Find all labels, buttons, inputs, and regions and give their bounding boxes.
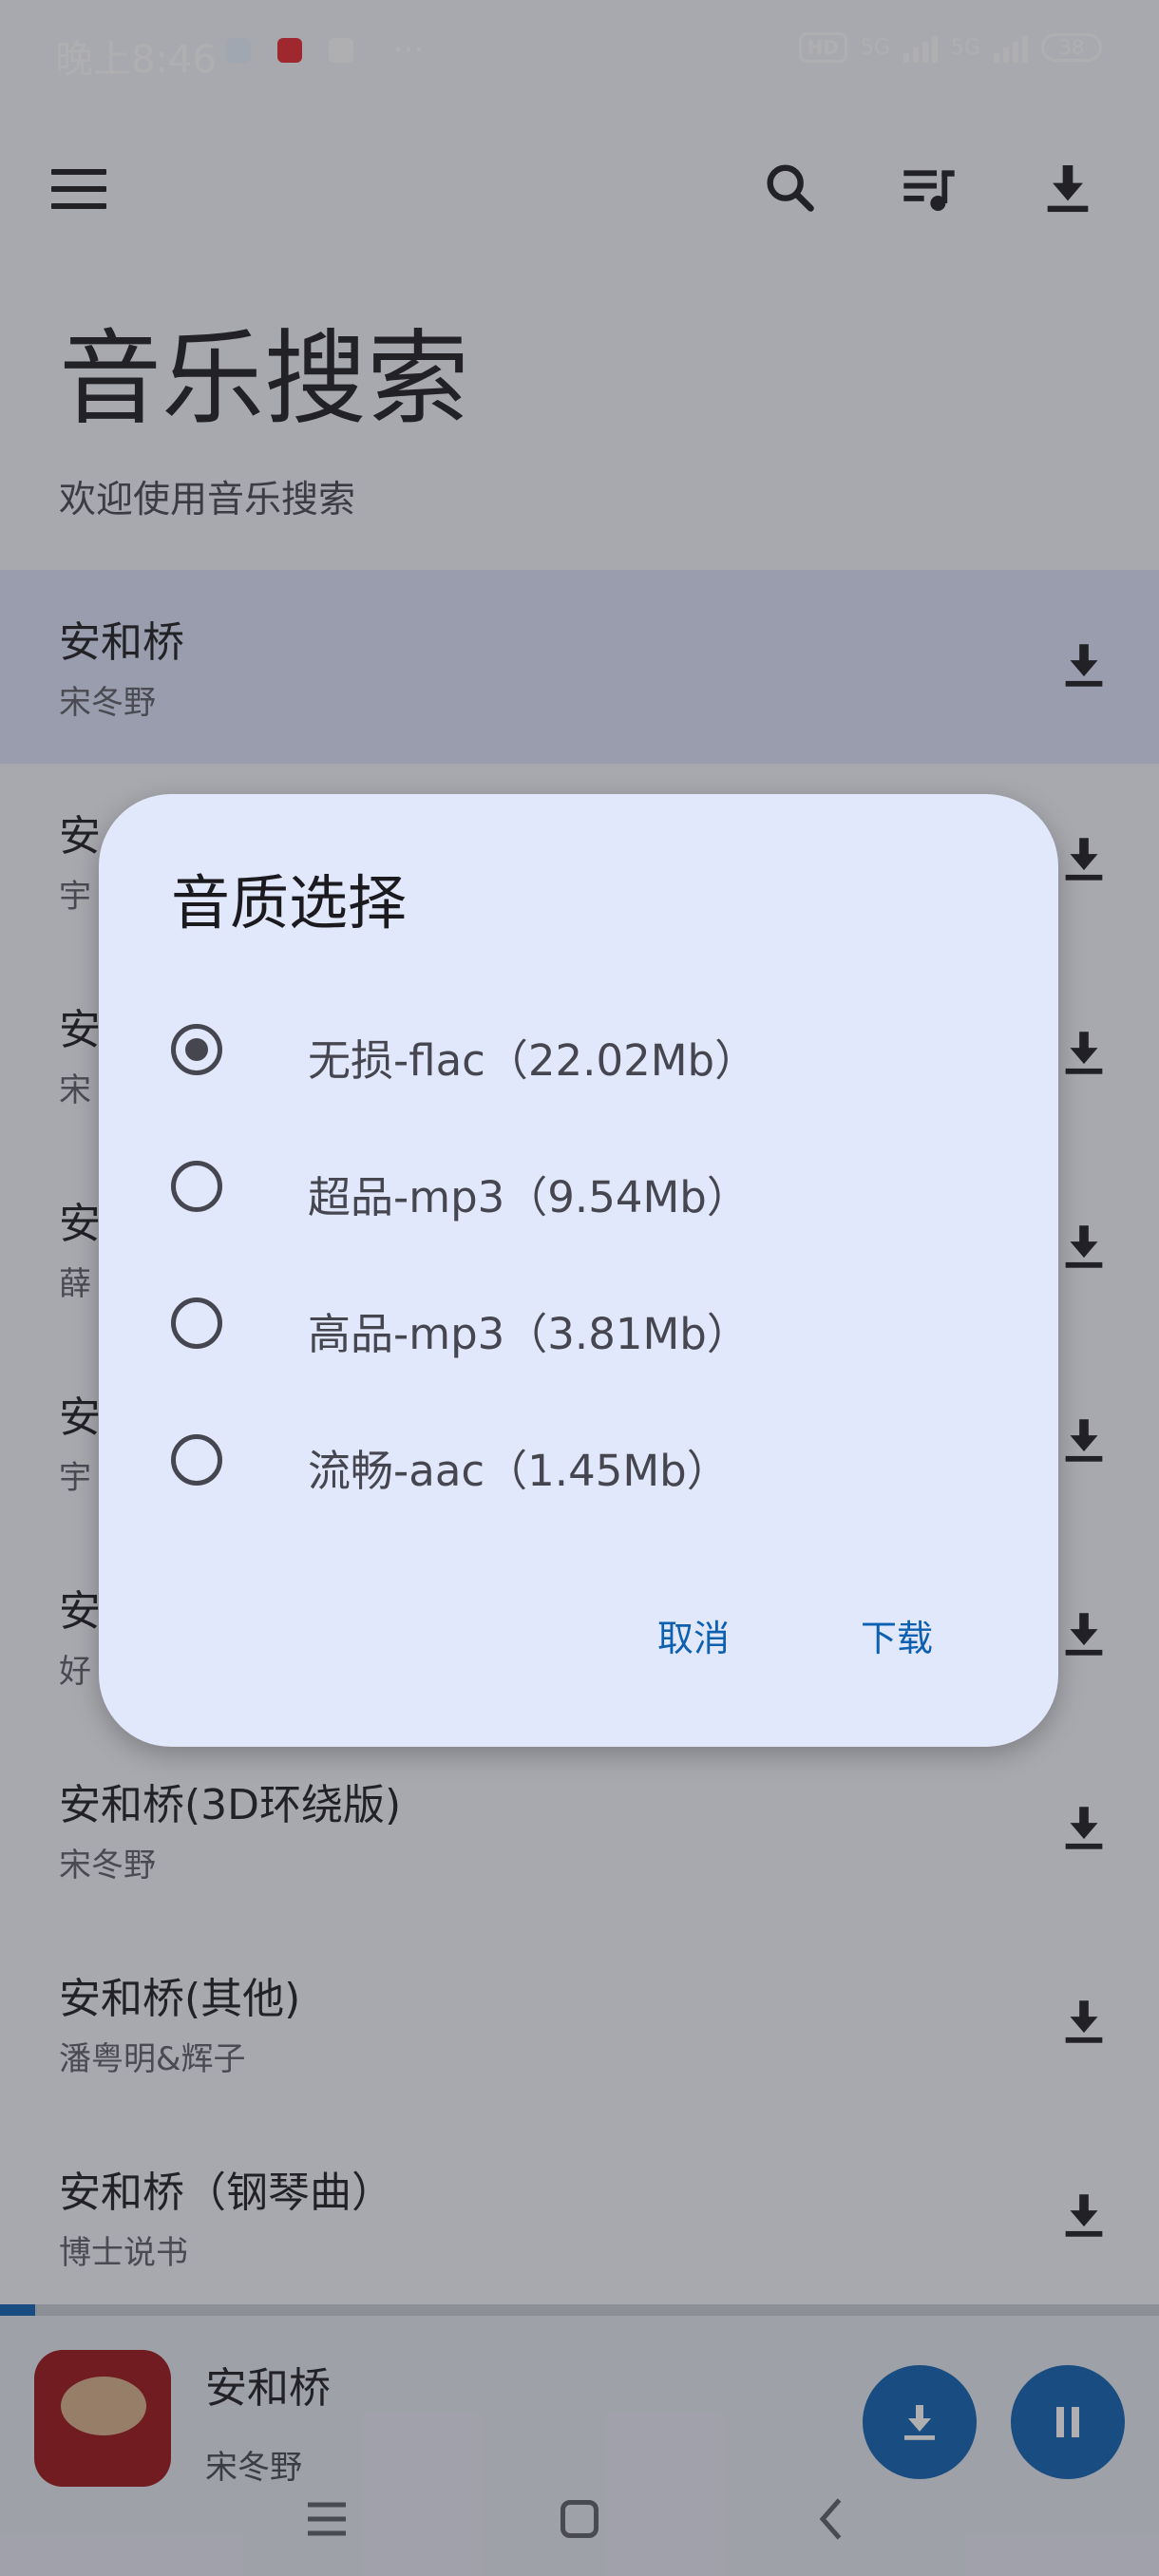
- quality-option-mp3[interactable]: 高品-mp3（3.81Mb）: [171, 1269, 1007, 1383]
- download-button[interactable]: 下载: [846, 1600, 948, 1671]
- app-root: 晚上8:46 ··· HD 5G 5G 38 音乐搜索 欢迎使用音乐搜索 安和桥…: [0, 0, 1159, 2576]
- option-label: 无损-flac（22.02Mb）: [308, 1035, 758, 1086]
- cancel-button[interactable]: 取消: [642, 1600, 745, 1671]
- quality-select-dialog: 音质选择 无损-flac（22.02Mb） 超品-mp3（9.54Mb） 高品-…: [99, 794, 1058, 1747]
- quality-option-aac[interactable]: 流畅-aac（1.45Mb）: [171, 1406, 1007, 1520]
- option-label: 流畅-aac（1.45Mb）: [308, 1446, 730, 1496]
- radio-button-checked[interactable]: [171, 1024, 222, 1075]
- dialog-title: 音质选择: [171, 868, 408, 938]
- quality-option-mp3-high[interactable]: 超品-mp3（9.54Mb）: [171, 1132, 1007, 1246]
- quality-option-flac[interactable]: 无损-flac（22.02Mb）: [171, 995, 1007, 1109]
- radio-button[interactable]: [171, 1297, 222, 1349]
- option-label: 高品-mp3（3.81Mb）: [308, 1309, 750, 1359]
- radio-button[interactable]: [171, 1161, 222, 1212]
- radio-button[interactable]: [171, 1434, 222, 1486]
- option-label: 超品-mp3（9.54Mb）: [308, 1172, 750, 1222]
